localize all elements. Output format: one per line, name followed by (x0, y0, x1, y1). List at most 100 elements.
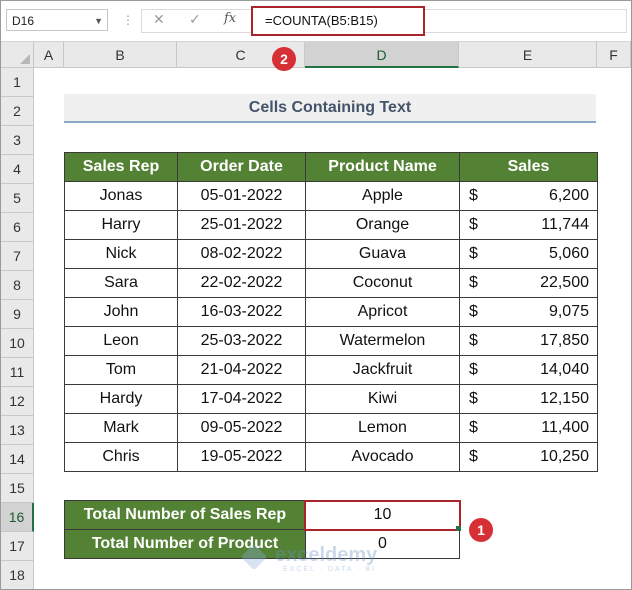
cell-product-name[interactable]: Lemon (305, 413, 460, 443)
cell-order-date[interactable]: 17-04-2022 (177, 384, 306, 414)
cell-order-date[interactable]: 25-01-2022 (177, 210, 306, 240)
cell-sales-rep[interactable]: Nick (64, 239, 178, 269)
cell-sales[interactable]: $5,060 (459, 239, 598, 269)
cell-order-date[interactable]: 16-03-2022 (177, 297, 306, 327)
row-header-1[interactable]: 1 (1, 68, 34, 97)
sales-amount: 5,060 (548, 245, 589, 262)
formula-bar: D16 ▼ ⋮ ✕ ✓ fx =COUNTA(B5:B15) (1, 1, 631, 42)
cell-product-name[interactable]: Watermelon (305, 326, 460, 356)
header-order-date[interactable]: Order Date (177, 152, 306, 182)
row-header-15[interactable]: 15 (1, 474, 34, 503)
cell-sales-rep[interactable]: John (64, 297, 178, 327)
cell-sales[interactable]: $22,500 (459, 268, 598, 298)
insert-function-icon[interactable]: fx (224, 11, 236, 26)
cell-product-name[interactable]: Coconut (305, 268, 460, 298)
cell-order-date[interactable]: 21-04-2022 (177, 355, 306, 385)
row-header-12[interactable]: 12 (1, 387, 34, 416)
cell-sales[interactable]: $11,400 (459, 413, 598, 443)
sales-amount: 14,040 (540, 361, 589, 378)
cell-product-name[interactable]: Kiwi (305, 384, 460, 414)
cell-sales-rep[interactable]: Jonas (64, 181, 178, 211)
column-header-a[interactable]: A (34, 42, 64, 68)
cell-sales-rep[interactable]: Mark (64, 413, 178, 443)
cell-sales[interactable]: $17,850 (459, 326, 598, 356)
cell-product-name[interactable]: Jackfruit (305, 355, 460, 385)
cell-sales[interactable]: $10,250 (459, 442, 598, 472)
drag-handle-icon[interactable]: ⋮ (122, 13, 135, 27)
cell-sales[interactable]: $11,744 (459, 210, 598, 240)
row-header-11[interactable]: 11 (1, 358, 34, 387)
row-header-7[interactable]: 7 (1, 242, 34, 271)
cell-sales-rep[interactable]: Chris (64, 442, 178, 472)
cell-product-name[interactable]: Apricot (305, 297, 460, 327)
row-header-5[interactable]: 5 (1, 184, 34, 213)
fill-handle[interactable] (456, 526, 461, 531)
currency-symbol: $ (469, 448, 478, 465)
cell-sales[interactable]: $6,200 (459, 181, 598, 211)
formula-input[interactable]: =COUNTA(B5:B15) (265, 13, 378, 28)
cell-order-date[interactable]: 25-03-2022 (177, 326, 306, 356)
sales-table: Sales Rep Order Date Product Name Sales … (64, 152, 598, 472)
row-header-9[interactable]: 9 (1, 300, 34, 329)
cell-sales-rep[interactable]: Sara (64, 268, 178, 298)
cell-product-name[interactable]: Guava (305, 239, 460, 269)
summary-label-sales-rep[interactable]: Total Number of Sales Rep (64, 500, 306, 530)
column-header-f[interactable]: F (597, 42, 631, 68)
cell-sales[interactable]: $14,040 (459, 355, 598, 385)
row-header-3[interactable]: 3 (1, 126, 34, 155)
cancel-icon[interactable]: ✕ (153, 11, 165, 28)
sales-amount: 22,500 (540, 274, 589, 291)
column-header-e[interactable]: E (459, 42, 597, 68)
header-sales-rep[interactable]: Sales Rep (64, 152, 178, 182)
cell-order-date[interactable]: 08-02-2022 (177, 239, 306, 269)
sheet-title[interactable]: Cells Containing Text (64, 94, 596, 123)
cell-sales-rep[interactable]: Harry (64, 210, 178, 240)
summary-label-product[interactable]: Total Number of Product (64, 529, 306, 559)
row-header-10[interactable]: 10 (1, 329, 34, 358)
row-header-16[interactable]: 16 (1, 503, 34, 532)
table-row: Tom 21-04-2022 Jackfruit $14,040 (64, 355, 598, 385)
sales-amount: 11,744 (541, 216, 589, 233)
name-box-value: D16 (12, 14, 35, 28)
row-header-13[interactable]: 13 (1, 416, 34, 445)
cell-product-name[interactable]: Apple (305, 181, 460, 211)
row-header-2[interactable]: 2 (1, 97, 34, 126)
excel-window: D16 ▼ ⋮ ✕ ✓ fx =COUNTA(B5:B15) A B C D E… (0, 0, 632, 590)
cell-order-date[interactable]: 09-05-2022 (177, 413, 306, 443)
row-header-14[interactable]: 14 (1, 445, 34, 474)
cell-sales-rep[interactable]: Hardy (64, 384, 178, 414)
currency-symbol: $ (469, 361, 478, 378)
sales-amount: 6,200 (548, 187, 589, 204)
enter-check-icon[interactable]: ✓ (189, 11, 201, 28)
cell-sales-rep[interactable]: Tom (64, 355, 178, 385)
cell-sales[interactable]: $12,150 (459, 384, 598, 414)
row-header-18[interactable]: 18 (1, 561, 34, 589)
header-sales[interactable]: Sales (459, 152, 598, 182)
callout-badge-2: 2 (272, 47, 296, 71)
row-header-17[interactable]: 17 (1, 532, 34, 561)
cell-sales[interactable]: $9,075 (459, 297, 598, 327)
header-product-name[interactable]: Product Name (305, 152, 460, 182)
select-all-corner[interactable] (1, 42, 34, 68)
select-all-triangle-icon (20, 54, 30, 64)
active-cell-highlight (304, 500, 461, 531)
row-header-6[interactable]: 6 (1, 213, 34, 242)
table-row: Hardy 17-04-2022 Kiwi $12,150 (64, 384, 598, 414)
cell-order-date[interactable]: 22-02-2022 (177, 268, 306, 298)
column-header-d[interactable]: D (305, 42, 459, 68)
cell-product-name[interactable]: Avocado (305, 442, 460, 472)
cell-product-name[interactable]: Orange (305, 210, 460, 240)
sales-amount: 12,150 (540, 390, 589, 407)
cell-order-date[interactable]: 19-05-2022 (177, 442, 306, 472)
column-header-b[interactable]: B (64, 42, 177, 68)
chevron-down-icon[interactable]: ▼ (94, 10, 103, 32)
currency-symbol: $ (469, 216, 478, 233)
row-header-4[interactable]: 4 (1, 155, 34, 184)
table-row: Sara 22-02-2022 Coconut $22,500 (64, 268, 598, 298)
cell-order-date[interactable]: 05-01-2022 (177, 181, 306, 211)
name-box[interactable]: D16 ▼ (6, 9, 108, 31)
cell-sales-rep[interactable]: Leon (64, 326, 178, 356)
table-row: Chris 19-05-2022 Avocado $10,250 (64, 442, 598, 472)
currency-symbol: $ (469, 245, 478, 262)
row-header-8[interactable]: 8 (1, 271, 34, 300)
